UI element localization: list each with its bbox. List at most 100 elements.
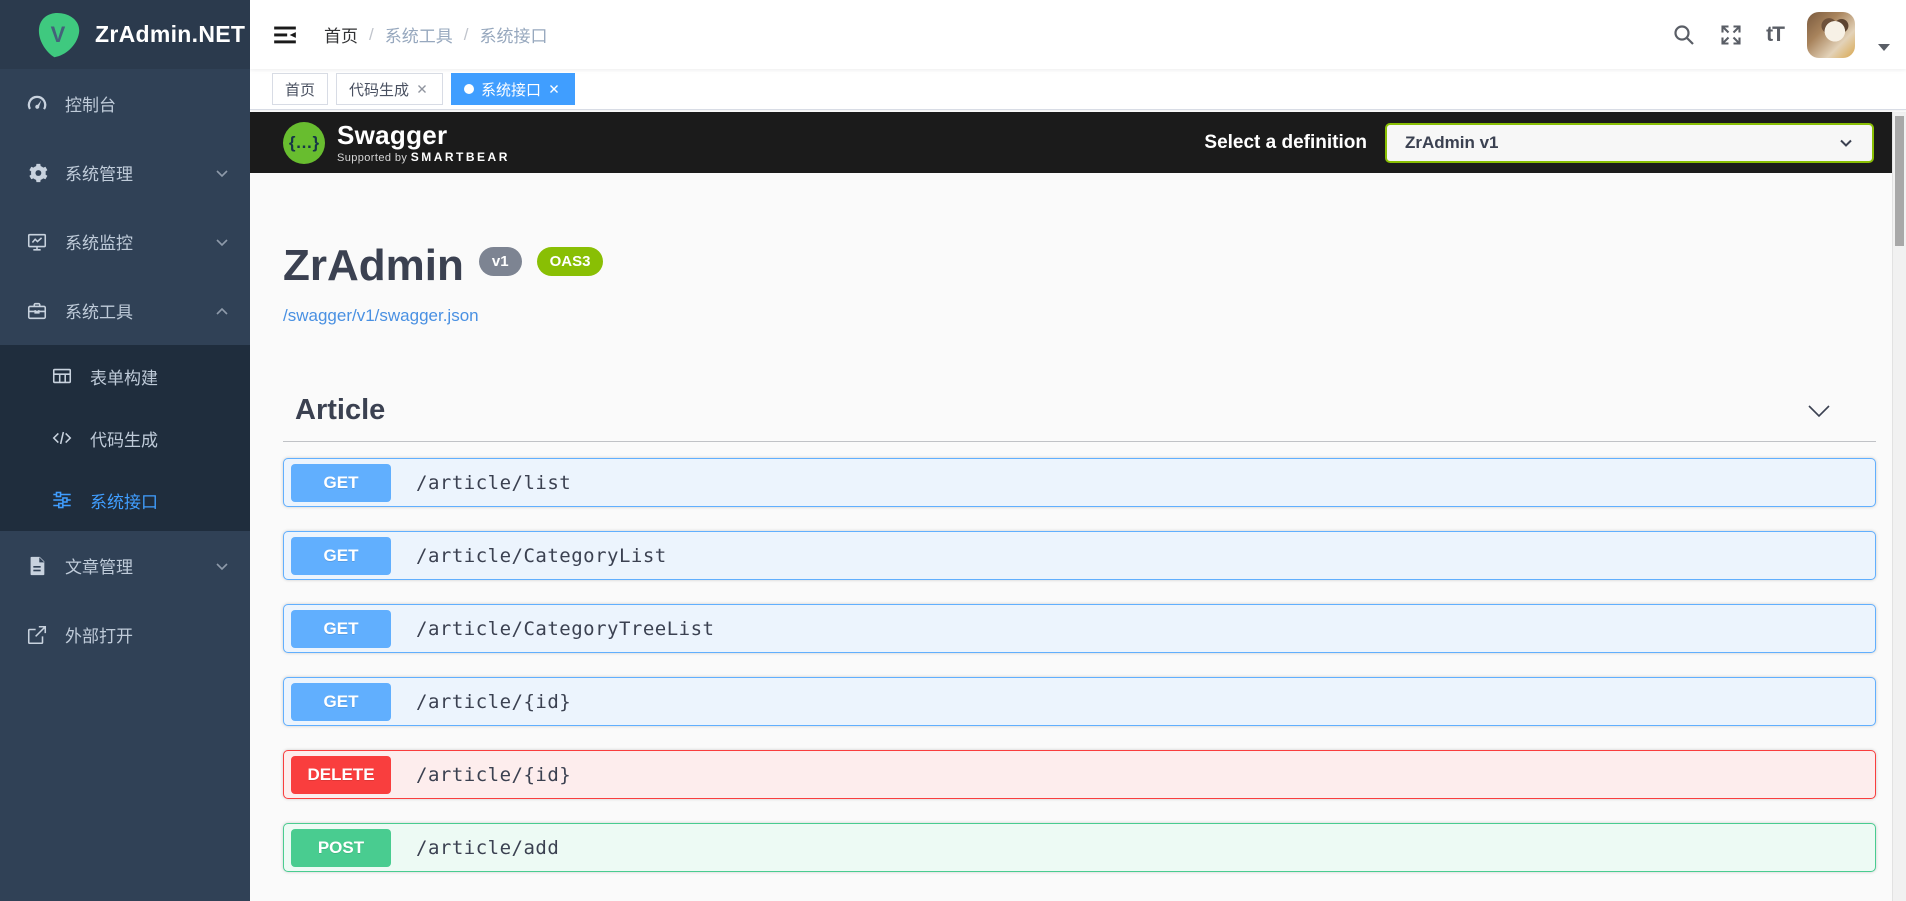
definition-select-label: Select a definition [1204, 131, 1367, 153]
caret-down-icon[interactable] [1878, 44, 1890, 51]
endpoint-row[interactable]: DELETE /article/{id} [283, 750, 1876, 800]
tags-view-bar: 首页 代码生成 系统接口 [250, 69, 1906, 110]
chevron-down-icon [1838, 135, 1854, 151]
endpoint-path: /article/CategoryTreeList [416, 617, 715, 640]
tab-code-gen[interactable]: 代码生成 [336, 73, 444, 105]
chevron-down-icon [214, 165, 230, 181]
selected-definition: ZrAdmin v1 [1405, 132, 1499, 152]
swagger-logo-icon: {…} [283, 121, 325, 164]
swagger-logo: {…} Swagger Supported by SMARTBEAR [283, 119, 510, 164]
fullscreen-icon[interactable] [1719, 23, 1743, 47]
app-logo: V ZrAdmin.NET [0, 0, 250, 69]
tab-label: 首页 [285, 81, 316, 99]
method-badge: GET [291, 536, 391, 575]
sidebar-item-code-gen[interactable]: 代码生成 [0, 407, 250, 469]
endpoint-row[interactable]: GET /article/CategoryTreeList [283, 604, 1876, 654]
endpoint-path: /article/list [416, 471, 572, 494]
chevron-up-icon [214, 303, 230, 319]
sidebar-item-label: 系统监控 [65, 234, 133, 253]
sidebar-fold-icon[interactable] [272, 22, 298, 48]
method-badge: POST [291, 828, 391, 867]
app-title: ZrAdmin.NET [95, 21, 246, 47]
oas3-badge: OAS3 [536, 247, 604, 276]
swagger-supported-by: Supported by SMARTBEAR [337, 149, 510, 164]
spec-url-link[interactable]: /swagger/v1/swagger.json [283, 306, 479, 326]
app-window: V ZrAdmin.NET 控制台 系统管理 系统监控 系统工具 表单构建 代码… [0, 0, 1906, 901]
breadcrumb-separator: / [369, 24, 374, 44]
scrollbar-thumb[interactable] [1895, 116, 1904, 246]
breadcrumb: 首页 / 系统工具 / 系统接口 [324, 22, 547, 47]
breadcrumb-system-api: 系统接口 [479, 27, 548, 46]
close-icon[interactable] [548, 82, 562, 96]
swagger-ui: {…} Swagger Supported by SMARTBEAR Selec… [250, 112, 1892, 901]
tab-label: 系统接口 [481, 81, 542, 99]
endpoint-row[interactable]: POST /article/add [283, 823, 1876, 873]
sidebar-item-dashboard[interactable]: 控制台 [0, 69, 250, 138]
breadcrumb-system-tools[interactable]: 系统工具 [385, 22, 453, 47]
sidebar-item-label: 代码生成 [90, 430, 158, 450]
method-badge: GET [291, 609, 391, 648]
sidebar-item-label: 系统工具 [65, 303, 133, 322]
breadcrumb-home[interactable]: 首页 [324, 22, 358, 47]
endpoint-row[interactable]: GET /article/list [283, 458, 1876, 508]
sliders-icon [50, 488, 74, 512]
endpoint-path: /article/CategoryList [416, 544, 667, 567]
api-title: ZrAdmin [283, 241, 464, 290]
method-badge: GET [291, 463, 391, 502]
sidebar-item-label: 外部打开 [65, 627, 133, 646]
sidebar-item-system-api[interactable]: 系统接口 [0, 469, 250, 531]
endpoint-path: /article/add [416, 836, 560, 859]
tab-label: 代码生成 [349, 81, 410, 99]
font-size-icon[interactable]: tT [1766, 23, 1785, 47]
sidebar-item-label: 系统管理 [65, 165, 133, 184]
method-badge: DELETE [291, 755, 391, 794]
gear-icon [25, 161, 49, 185]
sidebar: V ZrAdmin.NET 控制台 系统管理 系统监控 系统工具 表单构建 代码… [0, 0, 250, 901]
chevron-down-icon [214, 558, 230, 574]
definition-select[interactable]: ZrAdmin v1 [1385, 122, 1874, 163]
chevron-down-icon [1806, 398, 1832, 424]
tab-home[interactable]: 首页 [272, 73, 329, 105]
active-dot [464, 84, 475, 94]
sidebar-item-label: 系统接口 [90, 492, 158, 512]
endpoint-path: /article/{id} [416, 763, 572, 786]
section-article-header[interactable]: Article [283, 388, 1876, 443]
external-link-icon [25, 623, 49, 647]
top-header: 首页 / 系统工具 / 系统接口 tT [250, 0, 1906, 69]
sidebar-item-system-tools[interactable]: 系统工具 [0, 276, 250, 345]
header-actions: tT [1672, 11, 1906, 58]
sidebar-item-article-manage[interactable]: 文章管理 [0, 531, 250, 600]
toolbox-icon [25, 299, 49, 323]
document-icon [25, 554, 49, 578]
chevron-down-icon [214, 234, 230, 250]
swagger-topbar: {…} Swagger Supported by SMARTBEAR Selec… [250, 112, 1892, 173]
table-icon [50, 364, 74, 388]
sidebar-item-form-builder[interactable]: 表单构建 [0, 345, 250, 407]
code-icon [50, 426, 74, 450]
svg-text:V: V [51, 22, 66, 47]
swagger-content: ZrAdmin v1 OAS3 /swagger/v1/swagger.json… [250, 173, 1892, 873]
close-icon[interactable] [416, 82, 430, 96]
avatar[interactable] [1807, 11, 1855, 58]
sidebar-submenu-system-tools: 表单构建 代码生成 系统接口 [0, 345, 250, 531]
sidebar-item-system-monitor[interactable]: 系统监控 [0, 207, 250, 276]
endpoint-row[interactable]: GET /article/CategoryList [283, 531, 1876, 581]
sidebar-item-label: 表单构建 [90, 368, 158, 388]
section-title: Article [295, 394, 386, 427]
sidebar-item-external-open[interactable]: 外部打开 [0, 600, 250, 669]
monitor-icon [25, 230, 49, 254]
version-badge: v1 [478, 247, 522, 276]
endpoint-path: /article/{id} [416, 690, 572, 713]
sidebar-item-label: 控制台 [65, 96, 116, 115]
method-badge: GET [291, 682, 391, 721]
tab-system-api[interactable]: 系统接口 [451, 73, 576, 105]
sidebar-item-system-manage[interactable]: 系统管理 [0, 138, 250, 207]
search-icon[interactable] [1672, 23, 1696, 47]
endpoint-row[interactable]: GET /article/{id} [283, 677, 1876, 727]
swagger-logo-text: Swagger [337, 119, 448, 150]
breadcrumb-separator: / [463, 24, 469, 44]
dashboard-icon [25, 92, 49, 116]
sidebar-item-label: 文章管理 [65, 558, 133, 577]
app-logo-icon: V [36, 12, 80, 58]
vertical-scrollbar[interactable] [1892, 112, 1906, 901]
